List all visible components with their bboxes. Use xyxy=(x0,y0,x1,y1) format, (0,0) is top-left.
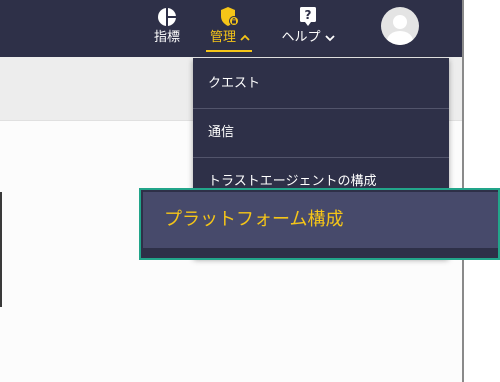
chevron-down-icon xyxy=(324,35,335,42)
shield-lock-icon xyxy=(219,6,241,28)
nav-admin[interactable]: 管理 xyxy=(204,6,256,52)
nav-metrics-label: 指標 xyxy=(153,30,180,45)
active-tab-indicator xyxy=(206,50,252,52)
nav-admin-label-group: 管理 xyxy=(210,30,250,46)
menu-item-quests[interactable]: クエスト xyxy=(193,60,449,108)
nav-admin-label: 管理 xyxy=(209,30,236,45)
pie-chart-icon xyxy=(156,6,178,28)
menu-item-communication[interactable]: 通信 xyxy=(193,109,449,157)
screen: 指標 管理 ? ヘルプ クエスト 通信 トラストエージェントの構成 プラットフォ… xyxy=(0,0,500,382)
user-avatar-icon[interactable] xyxy=(381,7,419,45)
nav-help-label-group: ヘルプ xyxy=(281,30,335,46)
chevron-up-icon xyxy=(240,34,250,41)
nav-metrics[interactable]: 指標 xyxy=(150,6,184,50)
highlight-frame: プラットフォーム構成 xyxy=(139,188,500,260)
svg-text:?: ? xyxy=(305,8,312,22)
nav-help-label: ヘルプ xyxy=(281,30,321,45)
nav-help[interactable]: ? ヘルプ xyxy=(278,6,338,50)
help-icon: ? xyxy=(297,6,319,28)
panel-edge xyxy=(0,192,2,307)
top-navigation-bar: 指標 管理 ? ヘルプ xyxy=(0,0,464,57)
menu-item-platform-config[interactable]: プラットフォーム構成 xyxy=(143,192,498,248)
